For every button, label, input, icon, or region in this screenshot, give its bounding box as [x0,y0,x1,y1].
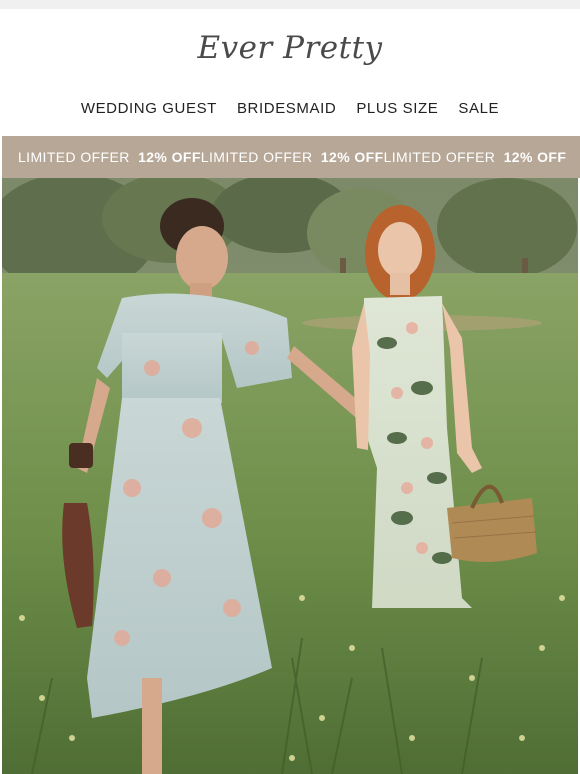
nav-item-plus-size[interactable]: PLUS SIZE [356,100,438,117]
offer-item: LIMITED OFFER 12% OFF [384,149,567,165]
offer-label: LIMITED OFFER [383,149,496,165]
top-strip [0,0,580,9]
email-page: Ever Pretty WEDDING GUEST BRIDESMAID PLU… [0,0,580,774]
hero-illustration [2,178,578,774]
main-nav: WEDDING GUEST BRIDESMAID PLUS SIZE SALE [0,100,580,117]
nav-item-sale[interactable]: SALE [458,100,499,117]
nav-item-bridesmaid[interactable]: BRIDESMAID [237,100,336,117]
offer-discount: 12% OFF [320,149,384,165]
offer-label: LIMITED OFFER [200,149,313,165]
offer-label: LIMITED OFFER [18,149,130,165]
offer-discount: 12% OFF [503,149,567,165]
hero-image[interactable] [2,178,578,774]
brand-logo[interactable]: Ever Pretty [0,30,580,66]
offer-item: LIMITED OFFER 12% OFF [201,149,384,165]
offer-item: LIMITED OFFER 12% OFF [18,149,201,165]
offer-discount: 12% OFF [138,149,201,165]
nav-item-wedding-guest[interactable]: WEDDING GUEST [81,100,217,117]
limited-offer-banner[interactable]: LIMITED OFFER 12% OFF LIMITED OFFER 12% … [2,136,580,178]
